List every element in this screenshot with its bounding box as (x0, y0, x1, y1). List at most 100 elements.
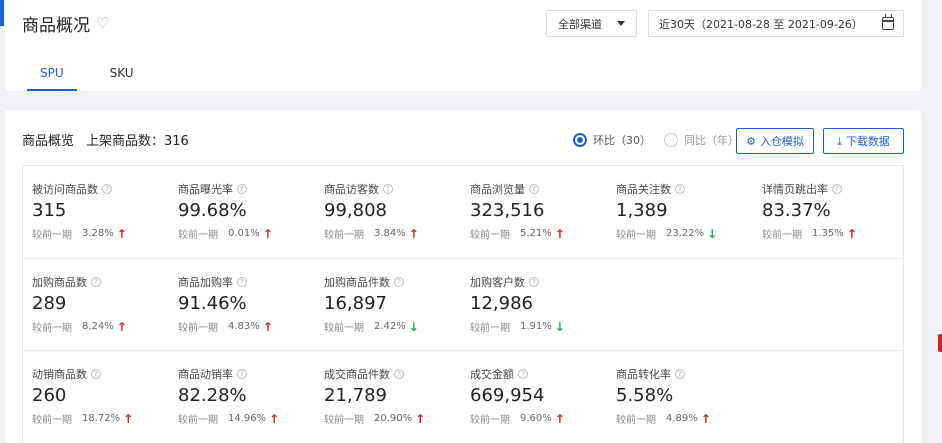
help-icon[interactable]: ? (394, 369, 404, 379)
heart-icon[interactable]: ♡ (96, 16, 109, 31)
metric-compare: 较前一期 23.22% ↓ (616, 226, 718, 242)
metric-compare: 较前一期 2.42% ↓ (324, 319, 419, 335)
help-icon[interactable]: ? (518, 369, 528, 379)
date-range-value: 近30天（2021-08-28 至 2021-09-26） (659, 17, 863, 31)
metric-value: 1,389 (616, 200, 668, 221)
metric-value: 669,954 (470, 385, 545, 406)
side-float-marker[interactable] (938, 334, 942, 352)
radio-mom[interactable]: 环比（30） (573, 132, 651, 148)
overview-header: 商品概览 上架商品数：316 (22, 130, 189, 149)
arrow-down-icon: ↓ (707, 226, 718, 241)
download-data-button[interactable]: ⤓ 下载数据 (823, 128, 904, 154)
metric-value: 16,897 (324, 293, 387, 314)
metric-card: 商品关注数? 1,389 较前一期 23.22% ↓ (607, 166, 747, 256)
metric-compare: 较前一期 9.60% ↑ (470, 411, 565, 427)
page-title-text: 商品概况 (22, 16, 90, 36)
download-data-label: 下载数据 (845, 135, 890, 148)
metric-label-text: 加购商品数 (32, 276, 87, 289)
compare-percent: 2.42% (374, 321, 406, 332)
metric-compare: 较前一期 14.96% ↑ (178, 411, 280, 427)
tab-bar: SPU SKU (27, 60, 147, 91)
compare-percent: 1.91% (520, 321, 552, 332)
help-icon[interactable]: ? (394, 277, 404, 287)
page-title: 商品概况 ♡ (22, 11, 109, 37)
metric-compare: 较前一期 0.01% ↑ (178, 226, 273, 242)
channel-select[interactable]: 全部渠道 (546, 10, 637, 37)
metric-value: 323,516 (470, 200, 545, 221)
arrow-up-icon: ↑ (116, 226, 127, 241)
compare-label: 较前一期 (32, 323, 72, 334)
metric-label-text: 商品浏览量 (470, 183, 525, 196)
help-icon[interactable]: ? (91, 369, 101, 379)
help-icon[interactable]: ? (675, 369, 685, 379)
metric-compare: 较前一期 5.21% ↑ (470, 226, 565, 242)
help-icon[interactable]: ? (675, 184, 685, 194)
compare-label: 较前一期 (616, 230, 656, 241)
compare-percent: 1.35% (812, 228, 844, 239)
metric-card: 商品曝光率? 99.68% 较前一期 0.01% ↑ (169, 166, 309, 256)
help-icon[interactable]: ? (102, 184, 112, 194)
metric-label-text: 成交商品件数 (324, 368, 390, 381)
radio-yoy[interactable]: 同比（年） (664, 132, 739, 148)
help-icon[interactable]: ? (237, 277, 247, 287)
compare-percent: 8.24% (82, 321, 114, 332)
metric-label: 成交金额? (470, 366, 528, 382)
help-icon[interactable]: ? (91, 277, 101, 287)
metric-card: 成交商品件数? 21,789 较前一期 20.90% ↑ (315, 351, 455, 441)
metric-compare: 较前一期 3.28% ↑ (32, 226, 127, 242)
help-icon[interactable]: ? (529, 277, 539, 287)
metric-row: 被访问商品数? 315 较前一期 3.28% ↑ 商品曝光率? 99.68% 较前一期 0.01… (23, 166, 903, 258)
metric-value: 289 (32, 293, 67, 314)
metric-value: 99.68% (178, 200, 247, 221)
metric-label: 商品曝光率? (178, 181, 247, 197)
radio-mom-label: 环比（30） (593, 134, 651, 147)
metric-row: 动销商品数? 260 较前一期 18.72% ↑ 商品动销率? 82.28% 较前一期 14.9… (23, 350, 903, 442)
compare-label: 较前一期 (324, 415, 364, 426)
arrow-up-icon: ↑ (554, 411, 565, 426)
overview-panel: 商品概览 上架商品数：316 环比（30） 同比（年） ⚙ 入仓模拟 ⤓ 下载数… (5, 110, 921, 443)
date-range-picker[interactable]: 近30天（2021-08-28 至 2021-09-26） (648, 10, 904, 37)
metric-label: 商品加购率? (178, 274, 247, 290)
help-icon[interactable]: ? (237, 184, 247, 194)
help-icon[interactable]: ? (529, 184, 539, 194)
compare-label: 较前一期 (178, 415, 218, 426)
compare-label: 较前一期 (32, 230, 72, 241)
help-icon[interactable]: ? (383, 184, 393, 194)
arrow-up-icon: ↑ (262, 319, 273, 334)
metric-label: 商品访客数? (324, 181, 393, 197)
gear-icon: ⚙ (746, 134, 756, 148)
metric-label-text: 商品曝光率 (178, 183, 233, 196)
compare-percent: 0.01% (228, 228, 260, 239)
compare-label: 较前一期 (616, 415, 656, 426)
caret-down-icon (617, 21, 625, 26)
compare-percent: 20.90% (374, 413, 413, 424)
metric-compare: 较前一期 4.89% ↑ (616, 411, 711, 427)
overview-title: 商品概览 (22, 134, 75, 149)
calendar-icon (882, 14, 894, 30)
arrow-up-icon: ↑ (269, 411, 280, 426)
metric-card: 加购商品数? 289 较前一期 8.24% ↑ (23, 259, 163, 349)
compare-percent: 14.96% (228, 413, 267, 424)
metric-value: 315 (32, 200, 67, 221)
metric-label: 详情页跳出率? (762, 181, 842, 197)
warehouse-simulate-button[interactable]: ⚙ 入仓模拟 (736, 128, 814, 154)
radio-unchecked-icon (664, 133, 678, 147)
help-icon[interactable]: ? (237, 369, 247, 379)
metric-label-text: 商品加购率 (178, 276, 233, 289)
metric-card: 商品浏览量? 323,516 较前一期 5.21% ↑ (461, 166, 601, 256)
metric-card: 商品转化率? 5.58% 较前一期 4.89% ↑ (607, 351, 747, 441)
metric-card: 成交金额? 669,954 较前一期 9.60% ↑ (461, 351, 601, 441)
metric-label: 商品浏览量? (470, 181, 539, 197)
metric-compare: 较前一期 20.90% ↑ (324, 411, 425, 427)
metric-label-text: 详情页跳出率 (762, 183, 828, 196)
help-icon[interactable]: ? (832, 184, 842, 194)
metric-value: 82.28% (178, 385, 247, 406)
metric-value: 99,808 (324, 200, 387, 221)
metric-label: 商品转化率? (616, 366, 685, 382)
arrow-up-icon: ↑ (700, 411, 711, 426)
tab-sku[interactable]: SKU (97, 60, 147, 91)
tab-spu[interactable]: SPU (27, 60, 77, 91)
arrow-up-icon: ↑ (116, 319, 127, 334)
metric-label: 成交商品件数? (324, 366, 404, 382)
radio-yoy-label: 同比（年） (684, 134, 739, 147)
